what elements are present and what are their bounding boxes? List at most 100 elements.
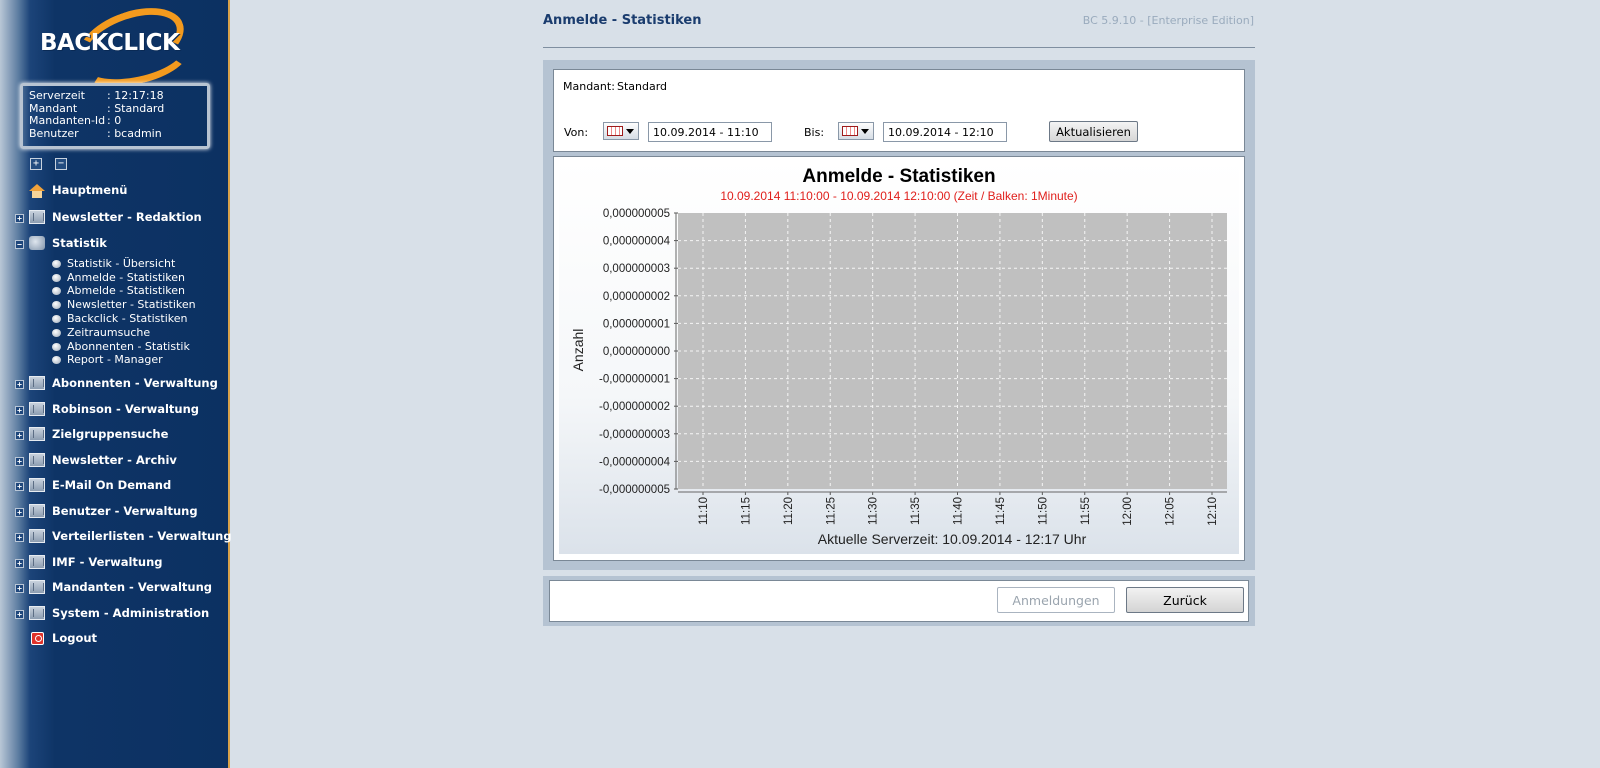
- y-tick-label: -0,000000001: [599, 374, 670, 386]
- sub-item-report-manager[interactable]: Report - Manager: [52, 353, 163, 366]
- sub-item-label: Backclick - Statistiken: [67, 312, 188, 325]
- x-tick-label: 11:45: [995, 497, 1007, 525]
- menu-label: Newsletter - Redaktion: [52, 210, 202, 224]
- expand-icon[interactable]: +: [15, 380, 24, 389]
- x-axis-label: Aktuelle Serverzeit: 10.09.2014 - 12:17 …: [818, 531, 1087, 547]
- expand-icon[interactable]: +: [15, 482, 24, 491]
- calendar-icon: [607, 126, 623, 136]
- bullet-icon: [52, 300, 61, 309]
- expand-icon[interactable]: +: [15, 508, 24, 517]
- y-tick-label: 0,000000002: [603, 291, 670, 303]
- logout-icon: [31, 632, 44, 645]
- x-tick-label: 11:40: [953, 497, 965, 525]
- chart-subtitle: 10.09.2014 11:10:00 - 10.09.2014 12:10:0…: [720, 189, 1077, 203]
- anmeldungen-button[interactable]: Anmeldungen: [997, 587, 1115, 613]
- expand-icon[interactable]: +: [15, 559, 24, 568]
- x-tick-label: 11:15: [740, 497, 752, 525]
- info-value: : 12:17:18: [107, 89, 164, 102]
- bullet-icon: [52, 286, 61, 295]
- sub-item-label: Report - Manager: [67, 353, 163, 366]
- x-tick-label: 11:50: [1037, 497, 1049, 525]
- to-label: Bis:: [804, 126, 825, 139]
- menu-label: E-Mail On Demand: [52, 478, 172, 492]
- menu-label: IMF - Verwaltung: [52, 555, 163, 569]
- expand-icon[interactable]: +: [15, 610, 24, 619]
- expand-icon[interactable]: +: [15, 457, 24, 466]
- x-tick-label: 11:20: [783, 497, 795, 525]
- sub-item-anmelde-statistiken[interactable]: Anmelde - Statistiken: [52, 271, 185, 284]
- bullet-icon: [52, 259, 61, 268]
- folder-icon: [29, 504, 45, 518]
- collapse-all-icon[interactable]: −: [55, 158, 67, 170]
- y-tick-label: 0,000000005: [603, 208, 670, 220]
- bullet-icon: [52, 328, 61, 337]
- sub-item-label: Statistik - Übersicht: [67, 257, 176, 270]
- folder-icon: [29, 427, 45, 441]
- sub-item-label: Abmelde - Statistiken: [67, 284, 185, 297]
- folder-icon: [29, 376, 45, 390]
- sub-item-abmelde-statistiken[interactable]: Abmelde - Statistiken: [52, 284, 185, 297]
- title-divider: [543, 47, 1255, 48]
- from-calendar-button[interactable]: [603, 122, 639, 140]
- info-row-serverzeit: Serverzeit : 12:17:18: [29, 89, 207, 103]
- back-button[interactable]: Zurück: [1126, 587, 1244, 613]
- sub-item-abonnenten-statistik[interactable]: Abonnenten - Statistik: [52, 340, 190, 353]
- sub-item-newsletter-statistiken[interactable]: Newsletter - Statistiken: [52, 298, 196, 311]
- x-tick-label: 12:10: [1207, 497, 1219, 526]
- y-tick-label: 0,000000001: [603, 318, 670, 330]
- menu-label: Hauptmenü: [52, 183, 128, 197]
- from-label: Von:: [564, 126, 589, 139]
- folder-icon: [29, 580, 45, 594]
- info-key: Serverzeit: [29, 89, 85, 102]
- home-icon: [29, 184, 45, 198]
- y-tick-label: -0,000000003: [599, 429, 670, 441]
- x-tick-label: 11:55: [1080, 497, 1092, 525]
- to-calendar-button[interactable]: [838, 122, 874, 140]
- expand-all-icon[interactable]: +: [30, 158, 42, 170]
- expand-icon[interactable]: +: [15, 214, 24, 223]
- expand-icon[interactable]: +: [15, 533, 24, 542]
- menu-label: Logout: [52, 631, 98, 645]
- collapse-icon[interactable]: −: [15, 240, 24, 249]
- x-tick-label: 11:25: [825, 497, 837, 525]
- folder-icon: [29, 210, 45, 224]
- backclick-logo[interactable]: BACKCLICK: [36, 0, 196, 95]
- sub-item-statistik-uebersicht[interactable]: Statistik - Übersicht: [52, 257, 175, 270]
- y-tick-label: -0,000000002: [599, 401, 670, 413]
- info-key: Benutzer: [29, 126, 79, 140]
- to-date-input[interactable]: [883, 122, 1007, 142]
- folder-icon: [29, 606, 45, 620]
- sidebar: BACKCLICK Serverzeit : 12:17:18 Mandant …: [0, 0, 232, 768]
- expand-icon[interactable]: +: [15, 584, 24, 593]
- server-info-box: Serverzeit : 12:17:18 Mandant : Standard…: [20, 83, 210, 149]
- bullet-icon: [52, 314, 61, 323]
- x-tick-label: 12:00: [1122, 497, 1134, 526]
- menu-label: System - Administration: [52, 606, 210, 620]
- menu-label: Statistik: [52, 236, 107, 250]
- menu-label: Newsletter - Archiv: [52, 453, 177, 467]
- menu-label: Mandanten - Verwaltung: [52, 580, 213, 594]
- refresh-button[interactable]: Aktualisieren: [1049, 121, 1138, 142]
- y-axis-label: Anzahl: [570, 329, 586, 372]
- menu-label: Robinson - Verwaltung: [52, 402, 200, 416]
- expand-icon[interactable]: +: [15, 431, 24, 440]
- expand-icon[interactable]: +: [15, 406, 24, 415]
- y-tick-label: 0,000000004: [603, 236, 671, 248]
- sub-item-zeitraumsuche[interactable]: Zeitraumsuche: [52, 326, 150, 339]
- folder-icon: [29, 453, 45, 467]
- folder-icon: [29, 529, 45, 543]
- sub-item-backclick-statistiken[interactable]: Backclick - Statistiken: [52, 312, 187, 325]
- version-label: BC 5.9.10 - [Enterprise Edition]: [1082, 14, 1254, 27]
- menu-label: Zielgruppensuche: [52, 427, 169, 441]
- bullet-icon: [52, 355, 61, 364]
- mandant-value: Standard: [617, 80, 668, 93]
- y-tick-label: -0,000000005: [599, 484, 670, 496]
- chart: Anmelde - Statistiken 10.09.2014 11:10:00…: [570, 166, 1227, 547]
- chevron-down-icon: [626, 129, 634, 134]
- mandant-label: Mandant:: [563, 80, 615, 93]
- page-title: Anmelde - Statistiken: [543, 13, 702, 28]
- info-value: : 0: [107, 114, 122, 128]
- sub-item-label: Anmelde - Statistiken: [67, 271, 185, 284]
- menu-label: Abonnenten - Verwaltung: [52, 376, 218, 390]
- from-date-input[interactable]: [648, 122, 772, 142]
